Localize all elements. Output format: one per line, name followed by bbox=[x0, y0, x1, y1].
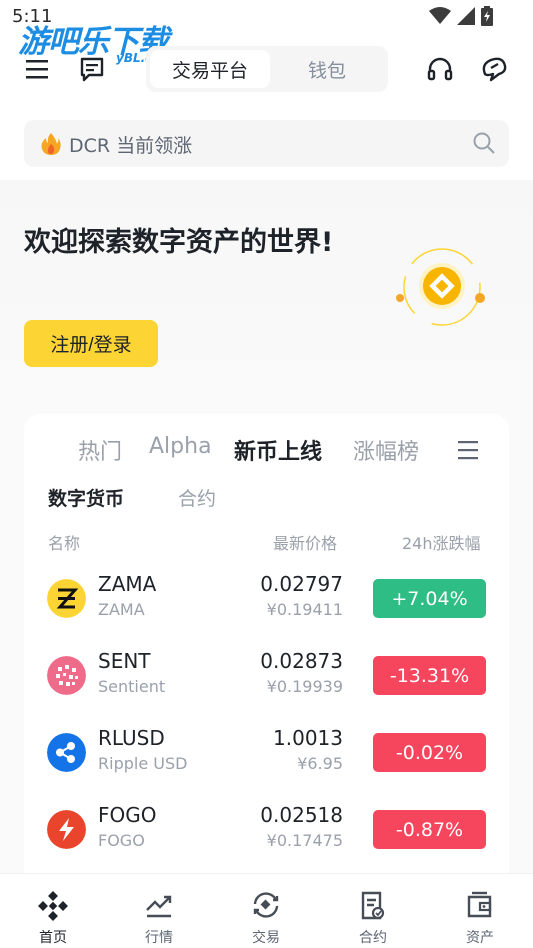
coin-price: 0.02518 bbox=[260, 803, 343, 827]
market-row[interactable]: FOGO FOGO 0.02518 ¥0.17475 -0.87% bbox=[24, 799, 509, 859]
coin-symbol: FOGO bbox=[98, 803, 157, 827]
coin-symbol: ZAMA bbox=[98, 572, 157, 596]
search-icon bbox=[473, 132, 495, 154]
chart-trend-icon bbox=[146, 895, 172, 918]
market-row[interactable]: ZAMA ZAMA 0.02797 ¥0.19411 +7.04% bbox=[24, 568, 509, 628]
nav-assets[interactable]: 资产 bbox=[427, 874, 533, 948]
sentient-coin-icon bbox=[47, 656, 86, 695]
nav-label-assets: 资产 bbox=[466, 930, 494, 946]
coin-name: Sentient bbox=[98, 677, 166, 696]
market-row[interactable]: RLUSD Ripple USD 1.0013 ¥6.95 -0.02% bbox=[24, 722, 509, 782]
coin-price: 0.02873 bbox=[260, 649, 343, 673]
nav-label-futures: 合约 bbox=[359, 930, 387, 946]
zama-coin-icon bbox=[47, 579, 86, 618]
coin-fiat-price: ¥0.19939 bbox=[266, 677, 343, 696]
binance-logo-icon bbox=[38, 891, 68, 921]
change-badge[interactable]: -13.31% bbox=[373, 656, 486, 695]
flame-icon bbox=[41, 133, 61, 155]
rewards-button[interactable] bbox=[476, 51, 512, 87]
top-bar: 交易平台 钱包 bbox=[0, 42, 533, 96]
segment-wallet[interactable]: 钱包 bbox=[270, 50, 384, 88]
market-card: 热 热门 Alpha 新币上线 涨幅榜 数字货币 合约 名称 最新价格 24h涨… bbox=[24, 414, 509, 894]
nav-markets[interactable]: 行情 bbox=[106, 874, 212, 948]
column-change[interactable]: 24h涨跌幅 bbox=[402, 530, 481, 554]
coin-fiat-price: ¥0.17475 bbox=[266, 831, 343, 850]
gift-swirl-icon bbox=[482, 57, 507, 82]
tab-alpha[interactable]: Alpha bbox=[149, 434, 212, 459]
column-price[interactable]: 最新价格 bbox=[273, 530, 337, 554]
headset-icon bbox=[427, 57, 453, 81]
coin-price: 1.0013 bbox=[273, 726, 343, 750]
coin-fiat-price: ¥6.95 bbox=[297, 754, 343, 773]
support-button[interactable] bbox=[422, 51, 458, 87]
segment-exchange[interactable]: 交易平台 bbox=[150, 50, 270, 88]
subtab-futures[interactable]: 合约 bbox=[178, 484, 216, 511]
message-icon bbox=[80, 57, 104, 82]
mode-segment: 交易平台 钱包 bbox=[146, 46, 388, 92]
battery-icon bbox=[481, 6, 493, 26]
change-badge[interactable]: -0.02% bbox=[373, 733, 486, 772]
column-name[interactable]: 名称 bbox=[48, 530, 80, 554]
market-tabs: 热 热门 Alpha 新币上线 涨幅榜 bbox=[24, 434, 509, 468]
contract-doc-icon bbox=[361, 891, 385, 920]
nav-label-home: 首页 bbox=[39, 930, 67, 946]
search-bar[interactable]: DCR 当前领涨 bbox=[24, 120, 509, 167]
coin-symbol: RLUSD bbox=[98, 726, 165, 750]
tab-gainers[interactable]: 涨幅榜 bbox=[353, 434, 419, 466]
coin-name: ZAMA bbox=[98, 600, 145, 619]
nav-trade[interactable]: 交易 bbox=[213, 874, 319, 948]
tab-new-listings[interactable]: 新币上线 bbox=[234, 434, 322, 466]
nav-futures[interactable]: 合约 bbox=[320, 874, 426, 948]
coin-symbol: SENT bbox=[98, 649, 151, 673]
tab-hot[interactable]: 热门 bbox=[78, 434, 122, 466]
nav-label-trade: 交易 bbox=[252, 930, 280, 946]
nav-home[interactable]: 首页 bbox=[0, 874, 106, 948]
coin-fiat-price: ¥0.19411 bbox=[266, 600, 343, 619]
coin-illustration-icon bbox=[396, 248, 485, 326]
trade-swap-icon bbox=[253, 892, 279, 918]
change-badge[interactable]: -0.87% bbox=[373, 810, 486, 849]
nav-label-markets: 行情 bbox=[145, 930, 173, 946]
coin-name: FOGO bbox=[98, 831, 145, 850]
coin-name: Ripple USD bbox=[98, 754, 188, 773]
signal-icon bbox=[457, 7, 475, 25]
hamburger-menu-icon bbox=[26, 60, 48, 79]
change-badge[interactable]: +7.04% bbox=[373, 579, 486, 618]
wifi-icon bbox=[429, 7, 451, 24]
wallet-icon bbox=[467, 891, 492, 918]
messages-button[interactable] bbox=[74, 51, 110, 87]
market-row[interactable]: SENT Sentient 0.02873 ¥0.19939 -13.31% bbox=[24, 645, 509, 705]
fogo-coin-icon bbox=[47, 810, 86, 849]
hero-title: 欢迎探索数字资产的世界! bbox=[24, 227, 334, 258]
register-login-button[interactable]: 注册/登录 bbox=[24, 320, 158, 367]
bottom-nav: 首页 行情 交易 合约 资产 bbox=[0, 873, 533, 948]
ripple-usd-coin-icon bbox=[47, 733, 86, 772]
status-icons bbox=[429, 6, 493, 26]
subtab-spot[interactable]: 数字货币 bbox=[48, 484, 124, 511]
tabs-menu-icon[interactable] bbox=[456, 440, 480, 460]
search-placeholder: DCR 当前领涨 bbox=[69, 135, 193, 157]
coin-price: 0.02797 bbox=[260, 572, 343, 596]
menu-button[interactable] bbox=[20, 51, 56, 87]
